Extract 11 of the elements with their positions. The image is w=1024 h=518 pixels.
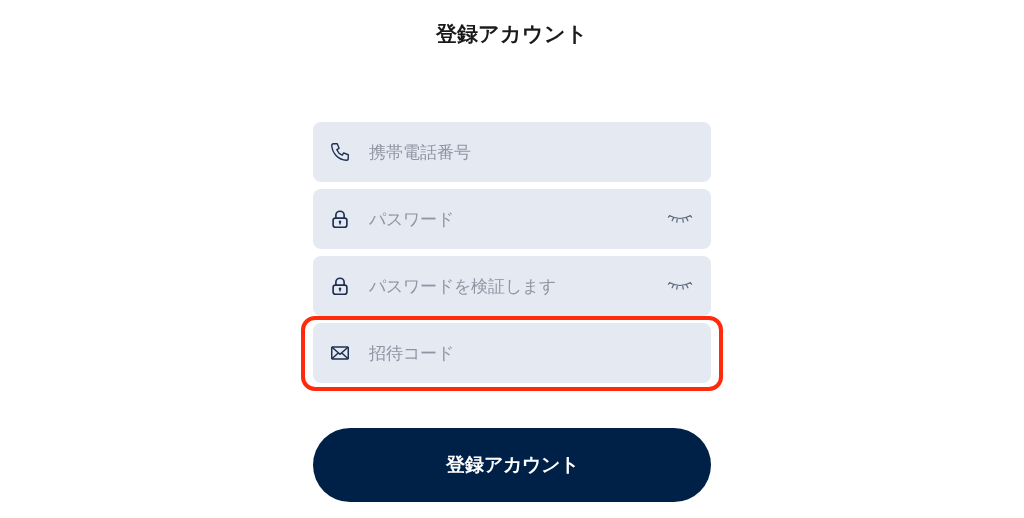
- lock-icon: [329, 208, 351, 230]
- input-field[interactable]: パスワードを検証します: [313, 256, 711, 316]
- page-title: 登録アカウント: [436, 21, 588, 48]
- closed-eye-icon[interactable]: [667, 212, 693, 225]
- input-field[interactable]: パスワード: [313, 189, 711, 249]
- input-field[interactable]: 招待コード: [313, 323, 711, 383]
- input-field[interactable]: 携帯電話番号: [313, 122, 711, 182]
- closed-eye-icon[interactable]: [667, 279, 693, 292]
- phone-icon: [329, 141, 351, 163]
- lock-icon: [329, 275, 351, 297]
- register-button[interactable]: 登録アカウント: [313, 428, 711, 502]
